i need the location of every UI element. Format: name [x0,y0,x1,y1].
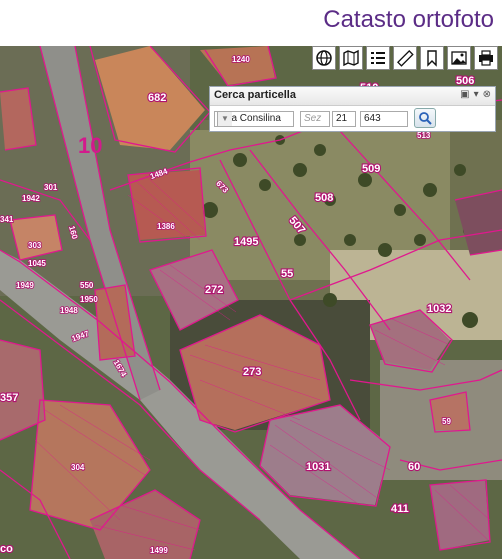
search-parcel-panel: Cerca particella ▣ ▾ ⊗ Sala Consilina ▼ … [209,86,496,132]
svg-text:1950: 1950 [80,295,98,304]
svg-text:357: 357 [0,392,18,404]
svg-text:1031: 1031 [306,461,330,473]
svg-text:301: 301 [44,183,58,192]
svg-text:508: 508 [315,192,333,204]
globe-icon[interactable] [312,46,336,70]
comune-select[interactable]: Sala Consilina ▼ [214,111,294,127]
sezione-input[interactable]: Sez [300,111,330,127]
svg-text:1495: 1495 [234,236,258,248]
map-toolbar [312,46,498,70]
svg-text:304: 304 [71,463,85,472]
svg-text:1240: 1240 [232,55,250,64]
app-title: Catasto ortofoto [323,6,494,33]
panel-header[interactable]: Cerca particella ▣ ▾ ⊗ [210,87,495,106]
svg-text:1386: 1386 [157,222,175,231]
panel-body: Sala Consilina ▼ Sez 21 643 [210,106,495,132]
magnifier-icon [419,112,432,125]
svg-text:co: co [0,543,13,555]
close-icon[interactable]: ⊗ [483,89,491,100]
svg-text:1499: 1499 [150,546,168,555]
svg-text:1045: 1045 [28,259,46,268]
chevron-down-icon[interactable]: ▼ [217,112,232,126]
image-icon[interactable] [447,46,471,70]
svg-text:1948: 1948 [60,306,78,315]
chevron-down-icon[interactable]: ▾ [474,89,479,100]
svg-text:60: 60 [408,461,420,473]
svg-text:303: 303 [28,241,42,250]
svg-text:1942: 1942 [22,194,40,203]
svg-text:509: 509 [362,163,380,175]
svg-text:411: 411 [391,503,409,515]
ruler-icon[interactable] [393,46,417,70]
map-icon[interactable] [339,46,363,70]
svg-text:59: 59 [442,417,451,426]
bookmark-icon[interactable] [420,46,444,70]
list-icon[interactable] [366,46,390,70]
svg-text:341: 341 [0,215,14,224]
svg-text:273: 273 [243,366,261,378]
panel-controls: ▣ ▾ ⊗ [460,89,491,100]
print-icon[interactable] [474,46,498,70]
svg-text:513: 513 [417,131,431,140]
svg-text:550: 550 [80,281,94,290]
svg-text:272: 272 [205,284,223,296]
app-header: Catasto ortofoto [0,0,502,46]
foglio-input[interactable]: 21 [332,111,356,127]
panel-title: Cerca particella [214,89,296,101]
particella-input[interactable]: 643 [360,111,408,127]
svg-text:55: 55 [281,268,293,280]
dock-icon[interactable]: ▣ [460,89,469,100]
sheet-number-label: 10 [78,133,102,158]
search-button[interactable] [414,108,436,128]
svg-text:1949: 1949 [16,281,34,290]
svg-text:682: 682 [148,92,166,104]
svg-text:1032: 1032 [427,303,451,315]
